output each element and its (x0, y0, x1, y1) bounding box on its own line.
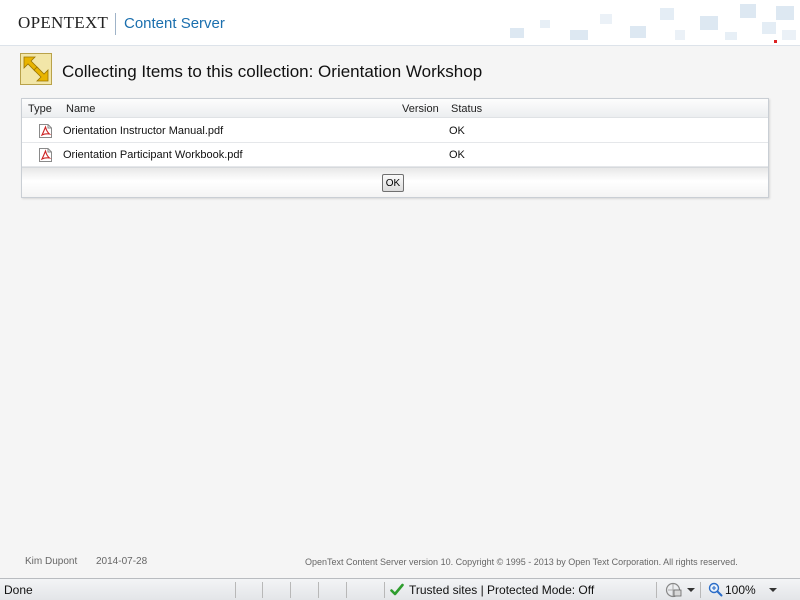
status-text: Done (4, 583, 33, 597)
footer-copyright: OpenText Content Server version 10. Copy… (305, 557, 738, 567)
column-version[interactable]: Version (402, 103, 439, 115)
column-status[interactable]: Status (451, 103, 482, 115)
collect-icon (20, 53, 52, 85)
item-name[interactable]: Orientation Instructor Manual.pdf (63, 125, 223, 137)
chevron-down-icon[interactable] (687, 588, 695, 592)
table-row: Orientation Instructor Manual.pdf OK (22, 119, 768, 143)
footer-date: 2014-07-28 (96, 556, 148, 567)
panel-button-bar: OK (22, 167, 768, 197)
item-status: OK (449, 149, 465, 161)
chevron-down-icon[interactable] (769, 588, 777, 592)
security-zone-text[interactable]: Trusted sites | Protected Mode: Off (409, 583, 594, 597)
pdf-icon[interactable] (39, 124, 52, 138)
status-separator (384, 582, 385, 598)
status-separator (346, 582, 347, 598)
ok-button[interactable]: OK (382, 174, 404, 192)
zoom-level[interactable]: 100% (725, 583, 756, 597)
table-header: Type Name Version Status (22, 99, 768, 118)
item-status: OK (449, 125, 465, 137)
opentext-logo[interactable]: OPENTEXT (18, 13, 108, 33)
table-row: Orientation Participant Workbook.pdf OK (22, 143, 768, 167)
product-name[interactable]: Content Server (124, 15, 225, 32)
item-name[interactable]: Orientation Participant Workbook.pdf (63, 149, 243, 161)
status-separator (700, 582, 701, 598)
header-decoration (470, 0, 800, 45)
items-panel: Type Name Version Status Orientation Ins… (21, 98, 769, 198)
header-indicator-dot (774, 40, 777, 43)
column-type[interactable]: Type (28, 103, 52, 115)
trusted-check-icon[interactable] (390, 583, 404, 597)
pdf-icon[interactable] (39, 148, 52, 162)
page-title: Collecting Items to this collection: Ori… (62, 62, 483, 81)
header-divider (115, 13, 116, 35)
status-separator (235, 582, 236, 598)
status-separator (318, 582, 319, 598)
footer-user: Kim Dupont (25, 556, 78, 567)
app-header: OPENTEXT Content Server (0, 0, 800, 46)
browser-status-bar: Done Trusted sites | Protected Mode: Off… (0, 578, 800, 600)
zoom-icon[interactable] (708, 582, 723, 597)
status-separator (290, 582, 291, 598)
status-separator (656, 582, 657, 598)
protected-mode-icon[interactable] (664, 582, 682, 598)
column-name[interactable]: Name (66, 103, 95, 115)
status-separator (262, 582, 263, 598)
